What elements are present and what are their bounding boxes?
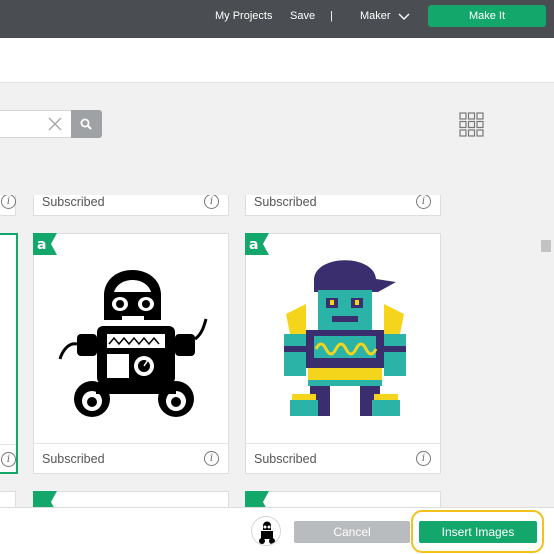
- cricut-access-badge: [245, 491, 269, 507]
- selected-image-thumbnail[interactable]: [251, 516, 281, 546]
- image-card[interactable]: a Subscribed i: [245, 233, 441, 474]
- card-divider: [246, 443, 440, 444]
- search-icon: [80, 118, 92, 130]
- info-icon[interactable]: i: [416, 451, 431, 466]
- card-divider: [34, 443, 228, 444]
- sub-header: [0, 38, 554, 83]
- top-bar: My Projects Save | Maker Make It: [0, 0, 554, 38]
- info-icon[interactable]: i: [1, 195, 16, 209]
- grid-view-icon[interactable]: [459, 112, 484, 137]
- my-projects-link[interactable]: My Projects: [215, 10, 272, 22]
- card-status-label: Subscribed: [42, 452, 105, 466]
- image-card[interactable]: a Subscribed i: [33, 233, 229, 474]
- save-link[interactable]: Save: [290, 10, 315, 22]
- robot-image: [284, 260, 406, 416]
- info-icon[interactable]: i: [204, 451, 219, 466]
- image-card[interactable]: [245, 491, 441, 507]
- info-icon[interactable]: i: [416, 195, 431, 209]
- image-card[interactable]: i: [0, 195, 16, 216]
- search-button[interactable]: [71, 110, 102, 138]
- close-icon[interactable]: [48, 117, 62, 131]
- info-icon[interactable]: i: [204, 195, 219, 209]
- nav-separator: |: [330, 10, 333, 22]
- make-it-button[interactable]: Make It: [428, 5, 546, 27]
- cricut-access-badge: [33, 491, 57, 507]
- chevron-down-icon[interactable]: [398, 10, 410, 22]
- highlight-ring: [411, 510, 544, 553]
- info-icon[interactable]: i: [1, 452, 16, 467]
- scrollbar-thumb[interactable]: [541, 240, 551, 252]
- image-card[interactable]: Subscribed i: [33, 195, 229, 216]
- card-status-label: Subscribed: [42, 195, 105, 209]
- image-card[interactable]: Subscribed i: [245, 195, 441, 216]
- machine-selector[interactable]: Maker: [360, 10, 391, 22]
- cancel-button[interactable]: Cancel: [294, 521, 410, 543]
- image-card[interactable]: [33, 491, 229, 507]
- card-status-label: Subscribed: [254, 195, 317, 209]
- card-divider: [0, 444, 16, 445]
- image-grid: i Subscribed i Subscribed i i a Subscrib…: [0, 195, 554, 507]
- robot-image: [58, 270, 208, 417]
- card-status-label: Subscribed: [254, 452, 317, 466]
- image-card[interactable]: [0, 491, 16, 507]
- image-card-selected[interactable]: i: [0, 233, 18, 474]
